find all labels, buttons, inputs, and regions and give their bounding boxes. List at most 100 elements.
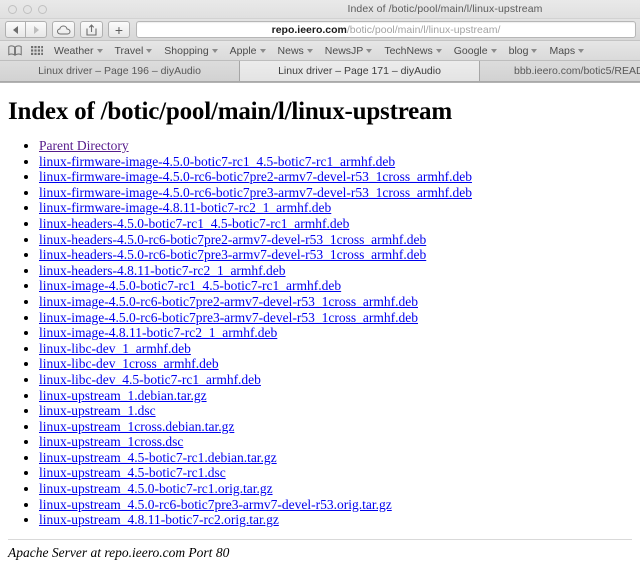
browser-chrome: Index of /botic/pool/main/l/linux-upstre… [0,0,640,83]
file-link[interactable]: linux-upstream_1cross.dsc [39,434,183,449]
bookmark-blog[interactable]: blog [503,45,544,57]
bookmark-label: TechNews [384,44,433,57]
horizontal-rule [8,538,632,540]
file-link[interactable]: linux-libc-dev_1cross_armhf.deb [39,356,219,371]
tab-linux-driver-196[interactable]: Linux driver – Page 196 – diyAudio [0,61,240,81]
chevron-down-icon [366,48,373,53]
directory-listing: Parent Directory linux-firmware-image-4.… [8,138,632,528]
list-item: linux-firmware-image-4.5.0-rc6-botic7pre… [39,169,632,185]
file-link[interactable]: linux-image-4.5.0-rc6-botic7pre2-armv7-d… [39,294,418,309]
bookmark-news[interactable]: News [272,45,319,57]
list-item: linux-image-4.5.0-rc6-botic7pre3-armv7-d… [39,310,632,326]
bookmark-travel[interactable]: Travel [109,45,159,57]
list-item: linux-upstream_1cross.dsc [39,434,632,450]
browser-toolbar: + repo.ieero.com/botic/pool/main/l/linux… [0,19,640,41]
file-link[interactable]: linux-firmware-image-4.5.0-botic7-rc1_4.… [39,154,395,169]
window-title-text: Index of /botic/pool/main/l/linux-upstre… [347,3,543,15]
list-item: linux-image-4.8.11-botic7-rc2_1_armhf.de… [39,325,632,341]
plus-icon: + [114,21,124,38]
file-link[interactable]: linux-upstream_1.dsc [39,403,156,418]
list-item: linux-headers-4.5.0-botic7-rc1_4.5-botic… [39,216,632,232]
bookmark-weather[interactable]: Weather [48,45,109,57]
top-sites-button[interactable] [26,42,48,60]
server-signature: Apache Server at repo.ieero.com Port 80 [8,544,230,560]
bookmark-label: Travel [114,44,144,57]
bookmark-label: blog [508,44,529,57]
tab-label: Linux driver – Page 196 – diyAudio [38,65,201,77]
title-bar: Index of /botic/pool/main/l/linux-upstre… [0,0,640,19]
address-bar[interactable]: repo.ieero.com/botic/pool/main/l/linux-u… [136,21,636,38]
list-item: linux-firmware-image-4.8.11-botic7-rc2_1… [39,200,632,216]
list-item: linux-libc-dev_1_armhf.deb [39,341,632,357]
bookmarks-bar: Weather Travel Shopping Apple News NewsJ… [0,41,640,61]
chevron-down-icon [211,48,218,53]
list-item: linux-upstream_4.8.11-botic7-rc2.orig.ta… [39,512,632,528]
tab-label: Linux driver – Page 171 – diyAudio [278,65,441,77]
forward-arrow-icon [33,25,39,34]
back-button[interactable] [5,21,26,38]
chevron-down-icon [578,48,585,53]
list-item: linux-libc-dev_4.5-botic7-rc1_armhf.deb [39,372,632,388]
bookmark-maps[interactable]: Maps [543,45,590,57]
list-item: linux-image-4.5.0-rc6-botic7pre2-armv7-d… [39,294,632,310]
icloud-tabs-button[interactable] [52,21,75,38]
bookmark-shopping[interactable]: Shopping [158,45,223,57]
back-arrow-icon [13,25,18,34]
url-domain: repo.ieero.com [271,23,347,36]
url-path: /botic/pool/main/l/linux-upstream/ [346,23,501,36]
parent-directory-link[interactable]: Parent Directory [39,138,129,153]
bookmark-label: News [277,44,304,57]
share-button[interactable] [80,21,103,38]
bookmark-label: Apple [229,44,257,57]
window-title: Index of /botic/pool/main/l/linux-upstre… [0,3,626,15]
tab-linux-driver-171[interactable]: Linux driver – Page 171 – diyAudio [240,61,480,81]
chevron-down-icon [490,48,497,53]
list-item: linux-upstream_4.5-botic7-rc1.debian.tar… [39,450,632,466]
new-tab-button[interactable]: + [108,21,130,38]
file-link[interactable]: linux-headers-4.5.0-rc6-botic7pre3-armv7… [39,247,426,262]
file-link[interactable]: linux-upstream_4.5-botic7-rc1.dsc [39,465,226,480]
bookmark-technews[interactable]: TechNews [378,45,447,57]
file-link[interactable]: linux-libc-dev_1_armhf.deb [39,341,191,356]
file-link[interactable]: linux-image-4.5.0-botic7-rc1_4.5-botic7-… [39,278,341,293]
bookmark-label: Weather [54,44,94,57]
file-link[interactable]: linux-firmware-image-4.5.0-rc6-botic7pre… [39,169,472,184]
list-item: linux-upstream_1cross.debian.tar.gz [39,419,632,435]
chevron-down-icon [96,48,103,53]
list-item: Parent Directory [39,138,632,154]
file-link[interactable]: linux-firmware-image-4.8.11-botic7-rc2_1… [39,200,331,215]
bookmark-apple[interactable]: Apple [224,45,272,57]
bookmark-google[interactable]: Google [448,45,503,57]
file-link[interactable]: linux-upstream_4.8.11-botic7-rc2.orig.ta… [39,512,279,527]
list-item: linux-firmware-image-4.5.0-botic7-rc1_4.… [39,154,632,170]
file-link[interactable]: linux-upstream_1cross.debian.tar.gz [39,419,234,434]
file-link[interactable]: linux-upstream_4.5.0-rc6-botic7pre3-armv… [39,497,392,512]
file-link[interactable]: linux-upstream_1.debian.tar.gz [39,388,207,403]
forward-button[interactable] [26,21,47,38]
list-item: linux-upstream_4.5-botic7-rc1.dsc [39,465,632,481]
file-link[interactable]: linux-headers-4.5.0-botic7-rc1_4.5-botic… [39,216,349,231]
chevron-down-icon [146,48,153,53]
grid-icon [31,46,43,55]
list-item: linux-upstream_4.5.0-botic7-rc1.orig.tar… [39,481,632,497]
bookmark-newsjp[interactable]: NewsJP [319,45,379,57]
file-link[interactable]: linux-firmware-image-4.5.0-rc6-botic7pre… [39,185,472,200]
sidebar-button[interactable] [4,42,26,60]
file-link[interactable]: linux-image-4.5.0-rc6-botic7pre3-armv7-d… [39,310,418,325]
address-bar-text: repo.ieero.com/botic/pool/main/l/linux-u… [272,24,501,36]
file-link[interactable]: linux-headers-4.8.11-botic7-rc2_1_armhf.… [39,263,286,278]
chevron-down-icon [306,48,313,53]
file-link[interactable]: linux-upstream_4.5.0-botic7-rc1.orig.tar… [39,481,273,496]
list-item: linux-headers-4.8.11-botic7-rc2_1_armhf.… [39,263,632,279]
bookmark-label: NewsJP [324,44,364,57]
chevron-down-icon [259,48,266,53]
tab-bbb-botic5-readme[interactable]: bbb.ieero.com/botic5/READI [480,61,640,81]
file-link[interactable]: linux-libc-dev_4.5-botic7-rc1_armhf.deb [39,372,261,387]
share-icon [86,23,97,36]
file-link[interactable]: linux-headers-4.5.0-rc6-botic7pre2-armv7… [39,232,426,247]
list-item: linux-headers-4.5.0-rc6-botic7pre3-armv7… [39,247,632,263]
list-item: linux-upstream_4.5.0-rc6-botic7pre3-armv… [39,497,632,513]
file-link[interactable]: linux-image-4.8.11-botic7-rc2_1_armhf.de… [39,325,277,340]
list-item: linux-upstream_1.dsc [39,403,632,419]
file-link[interactable]: linux-upstream_4.5-botic7-rc1.debian.tar… [39,450,277,465]
